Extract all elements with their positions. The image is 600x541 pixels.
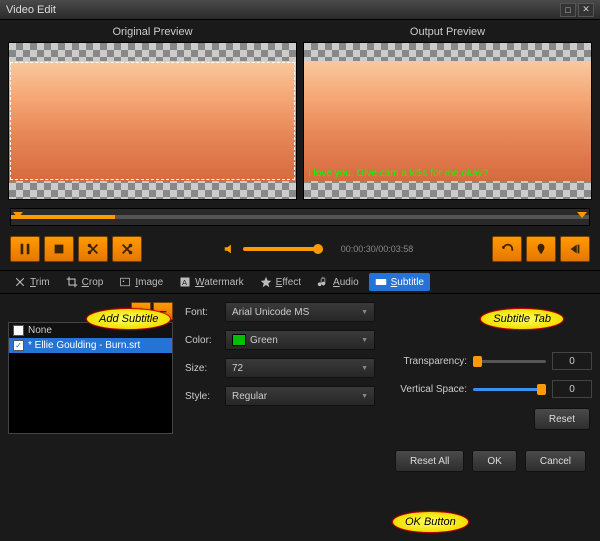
original-preview-label: Original Preview [8,24,297,42]
timeline[interactable] [10,208,590,226]
marker-button[interactable] [526,236,556,262]
color-swatch-icon [232,334,246,346]
style-label: Style: [185,391,219,402]
transparency-value[interactable]: 0 [552,352,592,370]
color-select[interactable]: Green▼ [225,330,375,350]
vspace-label: Vertical Space: [387,384,467,395]
reset-all-button[interactable]: Reset All [395,450,464,472]
timecode: 00:00:30/00:03:58 [341,244,414,254]
stop-button[interactable] [44,236,74,262]
volume-control[interactable] [223,242,323,256]
subtitle-list[interactable]: None ✓* Ellie Goulding - Burn.srt [8,322,173,434]
tab-crop[interactable]: Crop [60,273,110,291]
preview-row: Original Preview Output Preview I love y… [0,20,600,204]
footer: Reset All OK Cancel [0,442,600,482]
ok-button[interactable]: OK [472,450,516,472]
reset-button[interactable]: Reset [534,408,590,430]
step-button[interactable] [560,236,590,262]
cut-end-button[interactable] [112,236,142,262]
subtitle-overlay-text: I love you. Give cam a ki$s for me,okay? [308,168,587,179]
output-preview: I love you. Give cam a ki$s for me,okay? [303,42,592,200]
size-label: Size: [185,363,219,374]
checkbox-icon[interactable] [13,325,24,336]
vspace-value[interactable]: 0 [552,380,592,398]
tab-subtitle[interactable]: Subtitle [369,273,430,291]
list-item: ✓* Ellie Goulding - Burn.srt [9,338,172,353]
volume-icon [223,242,237,256]
tab-bar: Trim Crop Image AWatermark Effect Audio … [0,270,600,294]
cut-start-button[interactable] [78,236,108,262]
size-select[interactable]: 72▼ [225,358,375,378]
style-select[interactable]: Regular▼ [225,386,375,406]
tab-trim[interactable]: Trim [8,273,56,291]
font-select[interactable]: Arial Unicode MS▼ [225,302,375,322]
output-preview-label: Output Preview [303,24,592,42]
cancel-button[interactable]: Cancel [525,450,586,472]
font-label: Font: [185,307,219,318]
playback-controls: 00:00:30/00:03:58 [0,236,600,270]
pause-button[interactable] [10,236,40,262]
maximize-button[interactable]: □ [560,3,576,17]
tab-watermark[interactable]: AWatermark [173,273,250,291]
tab-image[interactable]: Image [113,273,169,291]
color-label: Color: [185,335,219,346]
original-preview [8,42,297,200]
tab-effect[interactable]: Effect [254,273,307,291]
tab-audio[interactable]: Audio [311,273,365,291]
checkbox-icon[interactable]: ✓ [13,340,24,351]
titlebar: Video Edit □ ✕ [0,0,600,20]
svg-text:A: A [182,278,187,287]
callout-add-subtitle: Add Subtitle [86,308,171,330]
vspace-slider[interactable] [473,388,546,391]
transparency-slider[interactable] [473,360,546,363]
callout-subtitle-tab: Subtitle Tab [480,308,564,330]
callout-ok-button: OK Button [392,511,469,533]
window-title: Video Edit [6,4,558,16]
transparency-label: Transparency: [387,356,467,367]
close-button[interactable]: ✕ [578,3,594,17]
undo-button[interactable] [492,236,522,262]
